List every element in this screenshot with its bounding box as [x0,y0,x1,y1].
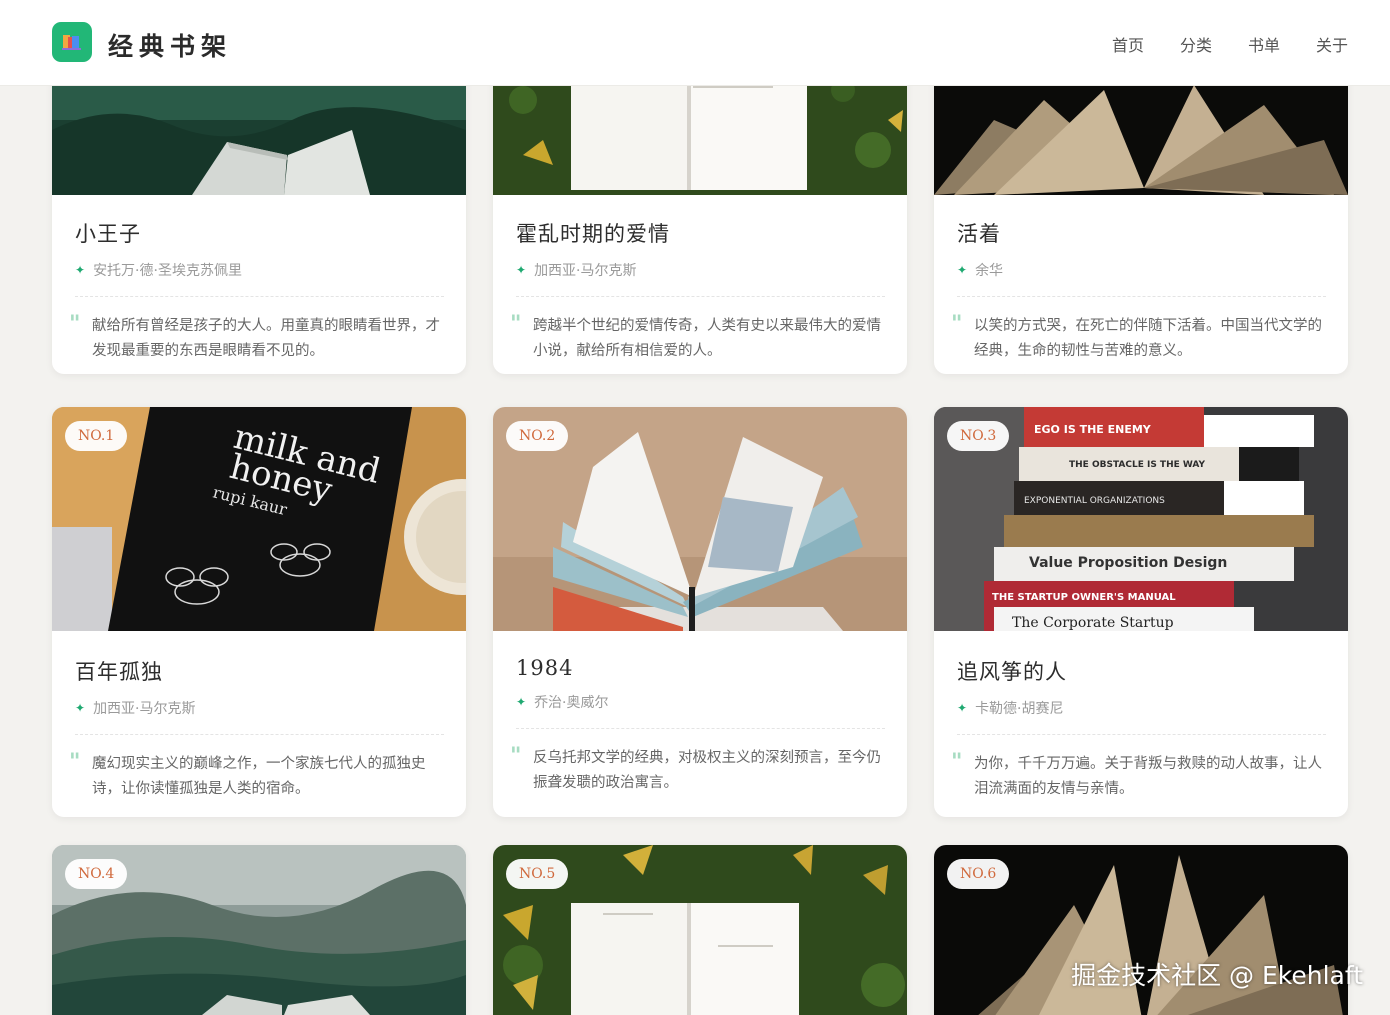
book-cover-image: milk and honey rupi kaur NO.1 [52,407,466,631]
quote-icon: " [69,312,81,337]
sparkle-icon: ✦ [957,263,968,277]
main-nav: 首页 分类 书单 关于 [1112,32,1348,56]
book-card[interactable]: NO.2 1984 ✦ 乔治·奥威尔 " 反乌托邦文学的经典，对极权主义的深刻预言，… [493,407,907,817]
quote-icon: " [69,750,81,775]
book-info: 霍乱时期的爱情 ✦ 加西亚·马尔克斯 " 跨越半个世纪的爱情传奇，人类有史以来最伟大… [510,218,885,364]
book-info: 小王子 ✦ 安托万·德·圣埃克苏佩里 " 献给所有曾经是孩子的大人。用童真的眼睛看世… [69,218,444,364]
author-name: 余华 [975,263,1004,279]
book-title[interactable]: 百年孤独 [75,656,444,686]
book-card[interactable]: 活着 ✦ 余华 " 以笑的方式哭，在死亡的伴随下活着。中国当代文学的经典，生命的韧性… [934,60,1348,374]
description-text: 为你，千千万万遍。关于背叛与救赎的动人故事，让人泪流满面的友情与亲情。 [974,756,1322,797]
book-cover-image: NO.2 [493,407,907,631]
book-cover-image: NO.5 [493,845,907,1015]
logo-books-icon[interactable] [52,22,92,62]
divider [75,296,444,297]
book-title[interactable]: 追风筝的人 [957,656,1326,686]
spine-text: EXPONENTIAL ORGANIZATIONS [1024,496,1165,506]
book-description: " 魔幻现实主义的巅峰之作，一个家族七代人的孤独史诗，让你读懂孤独是人类的宿命。 [69,750,444,802]
quote-icon: " [951,750,963,775]
description-text: 反乌托邦文学的经典，对极权主义的深刻预言，至今仍振聋发聩的政治寓言。 [533,750,881,791]
book-author: ✦ 乔治·奥威尔 [516,692,885,712]
site-header: 经典书架 首页 分类 书单 关于 [0,0,1390,86]
book-title[interactable]: 霍乱时期的爱情 [516,218,885,248]
book-card[interactable]: EGO IS THE ENEMY THE OBSTACLE IS THE WAY… [934,407,1348,817]
book-author: ✦ 余华 [957,260,1326,280]
quote-icon: " [510,312,522,337]
rank-badge: NO.1 [65,421,128,451]
book-description: " 献给所有曾经是孩子的大人。用童真的眼睛看世界，才发现最重要的东西是眼睛看不见的… [69,312,444,364]
book-card[interactable]: 小王子 ✦ 安托万·德·圣埃克苏佩里 " 献给所有曾经是孩子的大人。用童真的眼睛看世… [52,60,466,374]
quote-icon: " [510,744,522,769]
spine-text: Value Proposition Design [1029,555,1227,571]
author-name: 安托万·德·圣埃克苏佩里 [93,263,242,279]
book-author: ✦ 加西亚·马尔克斯 [75,698,444,718]
book-cover-image: NO.4 [52,845,466,1015]
book-title[interactable]: 活着 [957,218,1326,248]
book-author: ✦ 卡勒德·胡赛尼 [957,698,1326,718]
description-text: 献给所有曾经是孩子的大人。用童真的眼睛看世界，才发现最重要的东西是眼睛看不见的。 [92,318,440,359]
quote-icon: " [951,312,963,337]
description-text: 以笑的方式哭，在死亡的伴随下活着。中国当代文学的经典，生命的韧性与苦难的意义。 [974,318,1322,359]
author-name: 加西亚·马尔克斯 [534,263,637,279]
author-name: 加西亚·马尔克斯 [93,701,196,717]
divider [957,296,1326,297]
book-title[interactable]: 1984 [516,656,885,680]
sparkle-icon: ✦ [516,263,527,277]
book-description: " 反乌托邦文学的经典，对极权主义的深刻预言，至今仍振聋发聩的政治寓言。 [510,744,885,796]
book-description: " 跨越半个世纪的爱情传奇，人类有史以来最伟大的爱情小说，献给所有相信爱的人。 [510,312,885,364]
spine-text: THE OBSTACLE IS THE WAY [1069,460,1206,470]
rank-badge: NO.5 [506,859,569,889]
book-info: 1984 ✦ 乔治·奥威尔 " 反乌托邦文学的经典，对极权主义的深刻预言，至今仍振聋… [510,656,885,796]
rank-badge: NO.3 [947,421,1010,451]
book-cover-image: EGO IS THE ENEMY THE OBSTACLE IS THE WAY… [934,407,1348,631]
divider [957,734,1326,735]
divider [516,728,885,729]
book-author: ✦ 加西亚·马尔克斯 [516,260,885,280]
spine-text: EGO IS THE ENEMY [1034,423,1152,436]
book-info: 活着 ✦ 余华 " 以笑的方式哭，在死亡的伴随下活着。中国当代文学的经典，生命的韧性… [951,218,1326,364]
author-name: 乔治·奥威尔 [534,695,609,711]
rank-badge: NO.4 [65,859,128,889]
spine-text: The Corporate Startup [1012,615,1174,631]
book-description: " 以笑的方式哭，在死亡的伴随下活着。中国当代文学的经典，生命的韧性与苦难的意义。 [951,312,1326,364]
sparkle-icon: ✦ [957,701,968,715]
page: 经典书架 首页 分类 书单 关于 小王子 ✦ 安托万·德·圣埃克苏佩里 " 献给所 [0,0,1390,1015]
sparkle-icon: ✦ [75,701,86,715]
sparkle-icon: ✦ [516,695,527,709]
book-description: " 为你，千千万万遍。关于背叛与救赎的动人故事，让人泪流满面的友情与亲情。 [951,750,1326,802]
book-author: ✦ 安托万·德·圣埃克苏佩里 [75,260,444,280]
book-info: 百年孤独 ✦ 加西亚·马尔克斯 " 魔幻现实主义的巅峰之作，一个家族七代人的孤独史诗… [69,656,444,802]
book-info: 追风筝的人 ✦ 卡勒德·胡赛尼 " 为你，千千万万遍。关于背叛与救赎的动人故事，让人… [951,656,1326,802]
book-card[interactable]: milk and honey rupi kaur NO.1 百年孤独 ✦ 加西亚·… [52,407,466,817]
description-text: 魔幻现实主义的巅峰之作，一个家族七代人的孤独史诗，让你读懂孤独是人类的宿命。 [92,756,426,797]
nav-booklists[interactable]: 书单 [1248,32,1280,56]
description-text: 跨越半个世纪的爱情传奇，人类有史以来最伟大的爱情小说，献给所有相信爱的人。 [533,318,881,359]
watermark: 掘金技术社区 @ Ekehlaft [1071,961,1363,990]
book-card[interactable]: NO.5 [493,845,907,1015]
nav-categories[interactable]: 分类 [1180,32,1212,56]
book-card[interactable]: NO.4 [52,845,466,1015]
divider [75,734,444,735]
sparkle-icon: ✦ [75,263,86,277]
rank-badge: NO.2 [506,421,569,451]
rank-badge: NO.6 [947,859,1010,889]
book-title[interactable]: 小王子 [75,218,444,248]
nav-home[interactable]: 首页 [1112,32,1144,56]
author-name: 卡勒德·胡赛尼 [975,701,1064,717]
spine-text: THE STARTUP OWNER'S MANUAL [992,592,1176,603]
divider [516,296,885,297]
site-title[interactable]: 经典书架 [108,27,232,63]
nav-about[interactable]: 关于 [1316,32,1348,56]
book-card[interactable]: 霍乱时期的爱情 ✦ 加西亚·马尔克斯 " 跨越半个世纪的爱情传奇，人类有史以来最伟大… [493,60,907,374]
